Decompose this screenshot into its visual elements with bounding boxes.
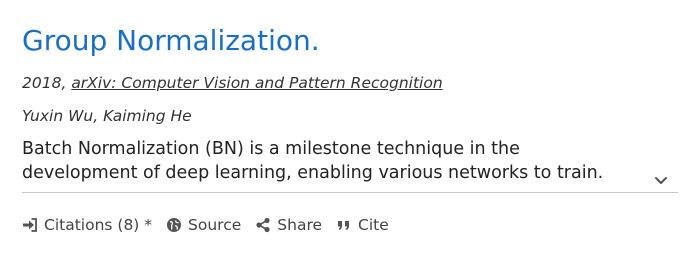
sign-in-icon xyxy=(23,218,37,232)
action-bar: Citations (8) * Source Share Cite xyxy=(22,212,403,238)
paper-meta: 2018, arXiv: Computer Vision and Pattern… xyxy=(22,72,443,94)
cite-label: Cite xyxy=(358,216,389,234)
paper-title-link[interactable]: Group Normalization. xyxy=(22,22,320,60)
paper-abstract: Batch Normalization (BN) is a milestone … xyxy=(22,137,662,185)
paper-venue-link[interactable]: arXiv: Computer Vision and Pattern Recog… xyxy=(71,74,442,92)
source-label: Source xyxy=(188,216,242,234)
share-button[interactable]: Share xyxy=(255,214,322,236)
paper-year: 2018, xyxy=(22,74,67,92)
divider xyxy=(22,192,678,193)
paper-card: Group Normalization. 2018, arXiv: Comput… xyxy=(0,0,692,261)
cite-button[interactable]: Cite xyxy=(336,214,389,236)
citations-label: Citations (8) * xyxy=(44,216,153,234)
chevron-down-icon xyxy=(655,177,667,184)
expand-abstract-button[interactable] xyxy=(650,170,672,192)
share-label: Share xyxy=(277,216,323,234)
source-button[interactable]: Source xyxy=(166,214,241,236)
abstract-line: development of deep learning, enabling v… xyxy=(22,163,604,183)
citations-button[interactable]: Citations (8) * xyxy=(22,214,152,236)
abstract-line: Batch Normalization (BN) is a milestone … xyxy=(22,139,520,159)
share-icon xyxy=(256,217,270,233)
globe-icon xyxy=(167,218,182,232)
quote-icon xyxy=(338,221,350,230)
paper-authors: Yuxin Wu, Kaiming He xyxy=(22,107,192,125)
